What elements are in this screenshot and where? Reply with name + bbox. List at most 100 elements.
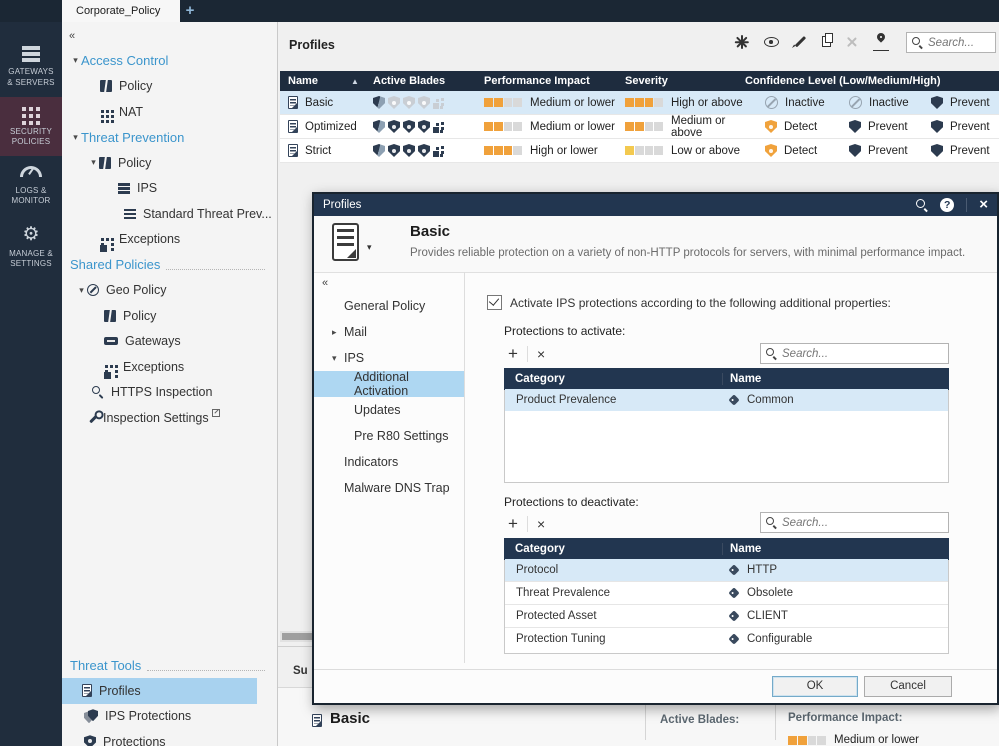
- tree-item-ips-protections[interactable]: IPS Protections: [62, 704, 277, 730]
- tree-label: Standard Threat Prev...: [143, 207, 272, 221]
- tree-section-access-control[interactable]: ▾Access Control: [62, 48, 277, 74]
- dialog-nav-general-policy[interactable]: General Policy: [314, 293, 464, 319]
- shieldmark-icon: [84, 735, 96, 746]
- profile-row-basic[interactable]: BasicMedium or lowerHigh or aboveInactiv…: [280, 91, 999, 115]
- anti-bot-blade-icon: [388, 96, 400, 109]
- dialog-nav-indicators[interactable]: Indicators: [314, 449, 464, 475]
- deactivate-search-input[interactable]: [782, 517, 943, 529]
- close-icon[interactable]: [979, 198, 988, 212]
- column-header-name[interactable]: Name: [723, 543, 761, 555]
- tree-label: Policy: [118, 156, 151, 170]
- column-header-label: Name: [288, 75, 318, 87]
- tag-icon: [728, 394, 739, 405]
- sidebar-item-logs-monitor[interactable]: LOGS & MONITOR: [0, 156, 62, 215]
- caret-icon[interactable]: ▾: [76, 285, 87, 296]
- search-input[interactable]: [928, 37, 990, 49]
- column-header-severity[interactable]: Severity: [625, 75, 745, 87]
- caret-icon[interactable]: ▾: [88, 157, 99, 168]
- column-header-confidence-level-low-medium-high-[interactable]: Confidence Level (Low/Medium/High): [745, 75, 999, 87]
- caret-icon[interactable]: ▾: [70, 132, 81, 143]
- column-header-name[interactable]: Name: [723, 373, 761, 385]
- tree-item-policy[interactable]: ▾ Policy: [62, 150, 277, 176]
- tree-item-gateways[interactable]: Gateways: [62, 329, 277, 355]
- protection-row[interactable]: Protection TuningConfigurable: [505, 628, 948, 650]
- tree-item-standard-threat-prev-[interactable]: Standard Threat Prev...: [62, 201, 277, 227]
- tree-section-threat-tools[interactable]: Threat Tools: [62, 653, 277, 679]
- dialog-nav-ips[interactable]: ▾IPS: [314, 345, 464, 371]
- where-used-button[interactable]: [873, 33, 889, 54]
- sidebar-item-security-policies[interactable]: SECURITY POLICIES: [0, 97, 62, 156]
- ok-button[interactable]: OK: [772, 676, 858, 697]
- confidence-label: Detect: [784, 145, 817, 157]
- column-header-category[interactable]: Category: [504, 373, 723, 385]
- tree-item-nat[interactable]: NAT: [62, 99, 277, 125]
- tree-item-exceptions[interactable]: Exceptions: [62, 227, 277, 253]
- activate-search-input[interactable]: [782, 348, 943, 360]
- dialog-nav-pre-r80-settings[interactable]: Pre R80 Settings: [314, 423, 464, 449]
- column-header-category[interactable]: Category: [504, 543, 723, 555]
- tab-summary[interactable]: Su: [293, 665, 308, 677]
- protection-row[interactable]: Product PrevalenceCommon: [505, 389, 948, 411]
- caret-icon[interactable]: ▾: [332, 353, 344, 364]
- cancel-button[interactable]: Cancel: [864, 676, 952, 697]
- sidebar-item-label: MANAGE & SETTINGS: [2, 249, 60, 270]
- edit-button[interactable]: [794, 35, 807, 51]
- profile-icon[interactable]: [332, 223, 359, 261]
- tree-item-protections[interactable]: Protections: [62, 729, 277, 746]
- threat-emulation-blade-icon: [418, 96, 430, 109]
- profile-row-strict[interactable]: StrictHigh or lowerLow or aboveDetectPre…: [280, 139, 999, 163]
- add-deactivate-button[interactable]: [508, 515, 518, 533]
- tag-name: HTTP: [747, 564, 777, 576]
- tree-item-geo-policy[interactable]: ▾Geo Policy: [62, 278, 277, 304]
- add-protection-button[interactable]: [508, 345, 518, 363]
- view-button[interactable]: [764, 36, 779, 50]
- protection-row[interactable]: ProtocolHTTP: [505, 559, 948, 582]
- column-header-active-blades[interactable]: Active Blades: [368, 75, 484, 87]
- protection-row[interactable]: Threat PrevalenceObsolete: [505, 582, 948, 605]
- tree-item-inspection-settings[interactable]: Inspection Settings: [62, 405, 277, 431]
- tag-icon: [728, 587, 739, 598]
- confidence-label: Prevent: [950, 97, 990, 109]
- dots-icon: [105, 365, 108, 368]
- policy-tab[interactable]: Corporate_Policy: [62, 0, 180, 22]
- tree-item-exceptions[interactable]: Exceptions: [62, 354, 277, 380]
- profile-description: Provides reliable protection on a variet…: [410, 247, 965, 259]
- clone-button[interactable]: [822, 36, 831, 50]
- sidebar-item-gateways-servers[interactable]: GATEWAYS & SERVERS: [0, 36, 62, 97]
- eye-icon: [764, 37, 779, 47]
- tree-item-https-inspection[interactable]: HTTPS Inspection: [62, 380, 277, 406]
- tree-label: NAT: [119, 105, 143, 119]
- column-header-performance-impact[interactable]: Performance Impact: [484, 75, 625, 87]
- collapse-nav-icon[interactable]: «: [322, 277, 464, 289]
- remove-protection-button[interactable]: [537, 345, 545, 363]
- tree-item-policy[interactable]: Policy: [62, 74, 277, 100]
- tree-item-policy[interactable]: Policy: [62, 303, 277, 329]
- sidebar-item-manage-settings[interactable]: MANAGE & SETTINGS: [0, 216, 62, 279]
- chevron-down-icon[interactable]: ▾: [367, 242, 372, 253]
- dialog-nav-additional-activation[interactable]: Additional Activation: [314, 371, 464, 397]
- column-header-name[interactable]: Name▲: [280, 75, 368, 87]
- new-tab-button[interactable]: +: [182, 2, 198, 20]
- help-icon[interactable]: [940, 198, 954, 212]
- layers-icon: [118, 183, 130, 186]
- dialog-nav-mail[interactable]: ▸Mail: [314, 319, 464, 345]
- tree-section-threat-prevention[interactable]: ▾Threat Prevention: [62, 125, 277, 151]
- tree-item-ips[interactable]: IPS: [62, 176, 277, 202]
- activate-ips-checkbox[interactable]: [487, 295, 502, 310]
- tree-item-profiles[interactable]: Profiles: [62, 678, 257, 704]
- collapse-tree-icon[interactable]: «: [69, 30, 277, 42]
- dialog-search-icon[interactable]: [916, 199, 928, 211]
- caret-icon[interactable]: ▸: [332, 327, 344, 338]
- remove-deactivate-button[interactable]: [537, 515, 545, 533]
- gateway-icon: [104, 337, 118, 345]
- tree-label: Gateways: [125, 334, 181, 348]
- profile-row-optimized[interactable]: OptimizedMedium or lowerMedium or aboveD…: [280, 115, 999, 139]
- confidence-high: Prevent: [923, 120, 999, 133]
- new-profile-button[interactable]: [735, 35, 749, 52]
- tree-section-shared-policies[interactable]: Shared Policies: [62, 252, 277, 278]
- caret-icon[interactable]: ▾: [70, 55, 81, 66]
- dialog-nav-malware-dns-trap[interactable]: Malware DNS Trap: [314, 475, 464, 501]
- dialog-nav-updates[interactable]: Updates: [314, 397, 464, 423]
- severity-label: Medium or above: [671, 115, 745, 139]
- protection-row[interactable]: Protected AssetCLIENT: [505, 605, 948, 628]
